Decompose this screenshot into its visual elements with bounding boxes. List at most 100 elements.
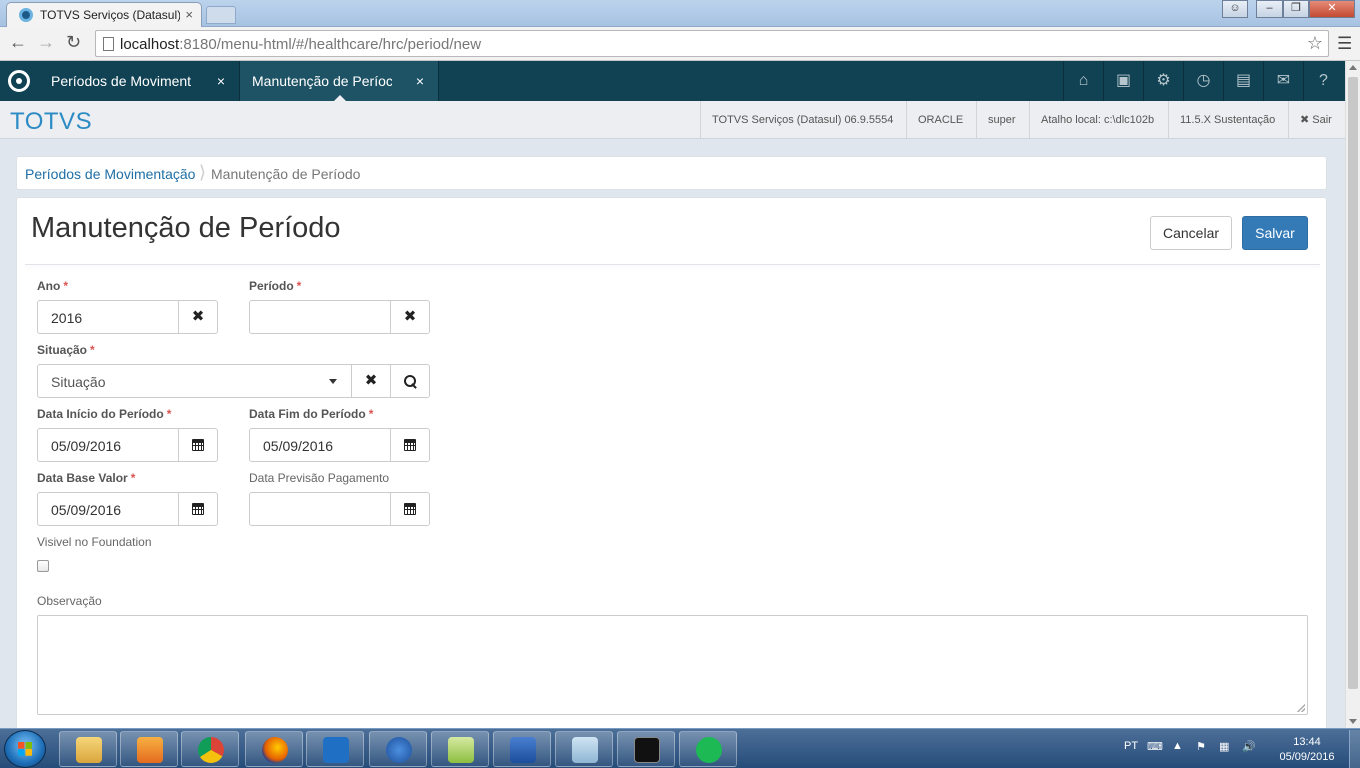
gear-icon[interactable]: ⚙	[1143, 61, 1183, 101]
chrome-icon[interactable]	[181, 731, 239, 767]
ano-label: Ano *	[37, 279, 68, 293]
situacao-label: Situação *	[37, 343, 95, 357]
scroll-thumb[interactable]	[1348, 77, 1358, 689]
action-center-icon[interactable]: ⚑	[1196, 740, 1206, 753]
cancel-button[interactable]: Cancelar	[1150, 216, 1232, 250]
notepad-plus-icon[interactable]	[431, 731, 489, 767]
page-scrollbar[interactable]	[1345, 61, 1360, 728]
forward-icon[interactable]: →	[37, 32, 55, 53]
breadcrumb-parent-link[interactable]: Períodos de Movimentação	[25, 166, 195, 182]
tab-label: Períodos de Moviment	[51, 73, 191, 89]
data-inicio-input[interactable]: 05/09/2016	[37, 428, 179, 462]
maximize-button[interactable]: ❐	[1283, 0, 1309, 18]
spotify-icon[interactable]	[679, 731, 737, 767]
sitemap-icon[interactable]: ▣	[1103, 61, 1143, 101]
file-explorer-icon[interactable]	[59, 731, 117, 767]
show-desktop-button[interactable]	[1349, 730, 1360, 768]
periodo-label: Período *	[249, 279, 302, 293]
browser-tab-title: TOTVS Serviços (Datasul)	[40, 8, 180, 22]
data-previsao-calendar-button[interactable]	[390, 492, 430, 526]
new-tab-button[interactable]	[206, 6, 236, 24]
scroll-down-icon[interactable]	[1349, 719, 1357, 724]
breadcrumb: Períodos de Movimentação ⟩ Manutenção de…	[16, 156, 1327, 190]
keyboard-icon[interactable]: ⌨	[1147, 740, 1163, 753]
bookmark-star-icon[interactable]: ☆	[1307, 33, 1323, 54]
firefox-icon[interactable]	[245, 731, 303, 767]
reload-icon[interactable]: ↻	[66, 32, 81, 53]
language-indicator[interactable]: PT	[1124, 740, 1138, 752]
clock-date: 05/09/2016	[1279, 751, 1335, 763]
periodo-clear-icon[interactable]: ✖	[390, 300, 430, 334]
data-fim-label: Data Fim do Período *	[249, 407, 374, 421]
logout-link[interactable]: ✖ Sair	[1288, 101, 1343, 139]
form-panel: Manutenção de Período Cancelar Salvar An…	[16, 197, 1327, 737]
media-player-icon[interactable]	[120, 731, 178, 767]
data-base-calendar-button[interactable]	[178, 492, 218, 526]
mail-icon[interactable]: ✉	[1263, 61, 1303, 101]
save-button[interactable]: Salvar	[1242, 216, 1308, 250]
visivel-checkbox[interactable]	[37, 560, 49, 572]
version-info: 11.5.X Sustentação	[1168, 101, 1286, 139]
page-title: Manutenção de Período	[31, 212, 341, 244]
start-button[interactable]	[4, 730, 46, 768]
totvs-logo-icon[interactable]	[8, 70, 30, 92]
lync-icon[interactable]	[306, 731, 364, 767]
clock[interactable]: 13:44 05/09/2016	[1272, 735, 1342, 765]
ano-clear-icon[interactable]: ✖	[178, 300, 218, 334]
document-icon[interactable]: ▤	[1223, 61, 1263, 101]
tab-periodos[interactable]: Períodos de Moviment ×	[39, 61, 240, 101]
ano-input[interactable]: 2016	[37, 300, 179, 334]
logout-label: Sair	[1312, 114, 1332, 126]
browser-toolbar: ← → ↻ localhost:8180/menu-html/#/healthc…	[0, 27, 1360, 61]
situacao-search-button[interactable]	[390, 364, 430, 398]
data-base-input[interactable]: 05/09/2016	[37, 492, 179, 526]
scroll-up-icon[interactable]	[1349, 65, 1357, 70]
home-icon[interactable]: ⌂	[1063, 61, 1103, 101]
data-fim-calendar-button[interactable]	[390, 428, 430, 462]
data-previsao-label: Data Previsão Pagamento	[249, 471, 390, 485]
brand-logo: TOTVS	[10, 108, 93, 135]
calendar-icon	[404, 439, 416, 452]
close-icon: ✖	[1300, 114, 1310, 126]
help-icon[interactable]: ?	[1303, 61, 1343, 101]
tab-close-icon[interactable]: ×	[217, 73, 225, 89]
main-content: Períodos de Movimentação ⟩ Manutenção de…	[0, 140, 1345, 737]
back-icon[interactable]: ←	[9, 32, 27, 53]
periodo-input[interactable]	[249, 300, 391, 334]
data-previsao-input[interactable]	[249, 492, 391, 526]
address-bar[interactable]: localhost:8180/menu-html/#/healthcare/hr…	[95, 30, 1329, 57]
search-icon	[403, 374, 417, 388]
data-fim-input[interactable]: 05/09/2016	[249, 428, 391, 462]
show-hidden-icons[interactable]: ▲	[1172, 740, 1183, 752]
help-icon[interactable]	[369, 731, 427, 767]
volume-icon[interactable]: 🔊	[1242, 740, 1256, 753]
window-close-button[interactable]: ✕	[1309, 0, 1355, 18]
product-info: TOTVS Serviços (Datasul) 06.9.5554	[700, 101, 904, 139]
header-divider	[25, 264, 1320, 265]
resize-handle[interactable]	[1297, 704, 1305, 712]
tab-close-icon[interactable]: ×	[416, 73, 424, 89]
user-icon[interactable]: ☺	[1222, 0, 1248, 18]
browser-tab-close-icon[interactable]: ×	[185, 7, 193, 22]
chevron-down-icon	[329, 379, 337, 384]
info-bar: TOTVS TOTVS Serviços (Datasul) 06.9.5554…	[0, 101, 1345, 139]
observacao-label: Observação	[37, 594, 102, 608]
network-icon[interactable]: ▦	[1219, 740, 1229, 753]
minimize-button[interactable]: –	[1256, 0, 1283, 18]
windows-taskbar: PT ⌨ ▲ ⚑ ▦ 🔊 13:44 05/09/2016	[0, 728, 1360, 768]
data-inicio-label: Data Início do Período *	[37, 407, 172, 421]
cmd-icon[interactable]	[617, 731, 675, 767]
page-icon	[103, 37, 114, 51]
tab-manutencao[interactable]: Manutenção de Períoc ×	[240, 61, 439, 101]
browser-menu-icon[interactable]: ☰	[1337, 34, 1352, 54]
situacao-clear-icon[interactable]: ✖	[351, 364, 391, 398]
browser-tab[interactable]: TOTVS Serviços (Datasul) ×	[6, 2, 202, 27]
situacao-select[interactable]: Situação	[37, 364, 352, 398]
breadcrumb-current: Manutenção de Período	[211, 166, 361, 182]
data-inicio-calendar-button[interactable]	[178, 428, 218, 462]
word-icon[interactable]	[493, 731, 551, 767]
calendar-icon	[192, 503, 204, 516]
folder-icon[interactable]	[555, 731, 613, 767]
observacao-textarea[interactable]	[37, 615, 1308, 715]
dashboard-icon[interactable]: ◷	[1183, 61, 1223, 101]
